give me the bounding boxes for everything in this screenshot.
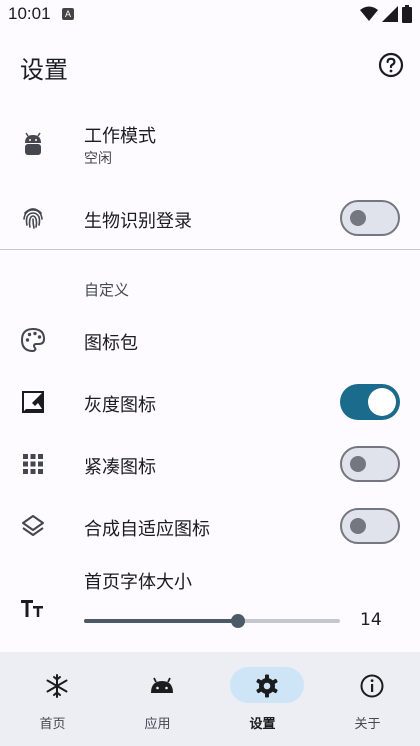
switch-knob bbox=[350, 210, 366, 226]
biometric-label: 生物识别登录 bbox=[84, 211, 192, 232]
compact-icons-switch[interactable] bbox=[340, 446, 400, 482]
signal-icon bbox=[382, 6, 398, 22]
android-icon bbox=[151, 677, 173, 693]
section-title-customize: 自定义 bbox=[84, 281, 130, 299]
adaptive-icons-row[interactable]: 合成自适应图标 bbox=[0, 498, 420, 554]
switch-knob bbox=[350, 456, 366, 472]
slider-thumb[interactable] bbox=[230, 614, 245, 628]
android-icon bbox=[25, 132, 41, 155]
biometric-switch[interactable] bbox=[340, 200, 400, 236]
gray-icons-switch[interactable] bbox=[340, 384, 400, 420]
nav-label: 关于 bbox=[354, 717, 381, 732]
work-mode-row[interactable]: 工作模式 空闲 bbox=[0, 110, 420, 180]
page-title: 设置 bbox=[20, 56, 68, 84]
compact-icons-row[interactable]: 紧凑图标 bbox=[0, 436, 420, 492]
help-icon[interactable] bbox=[378, 52, 404, 78]
adaptive-icons-switch[interactable] bbox=[340, 508, 400, 544]
grayscale-image-icon bbox=[22, 391, 44, 413]
nav-label: 首页 bbox=[39, 717, 66, 732]
home-font-size-row: 首页字体大小 bbox=[0, 562, 420, 646]
nav-label: 应用 bbox=[144, 717, 171, 732]
snowflake-icon bbox=[46, 674, 68, 698]
wifi-icon bbox=[360, 6, 378, 21]
nav-item-about[interactable]: 关于 bbox=[315, 652, 420, 746]
nav-item-settings[interactable]: 设置 bbox=[210, 652, 315, 746]
compact-icons-label: 紧凑图标 bbox=[84, 457, 156, 478]
font-size-value: 14 bbox=[360, 610, 382, 630]
icon-pack-label: 图标包 bbox=[84, 333, 138, 354]
gray-icons-label: 灰度图标 bbox=[84, 395, 156, 416]
status-time: 10:01 bbox=[8, 4, 51, 23]
adaptive-icons-label: 合成自适应图标 bbox=[84, 519, 210, 540]
bottom-navigation: 首页 应用 设置 关于 bbox=[0, 652, 420, 746]
work-mode-label: 工作模式 bbox=[84, 126, 156, 147]
biometric-row[interactable]: 生物识别登录 bbox=[0, 190, 420, 246]
notification-icon: A bbox=[62, 8, 74, 20]
work-mode-value: 空闲 bbox=[84, 151, 112, 167]
palette-icon bbox=[20, 327, 46, 353]
status-bar: 10:01 A bbox=[0, 0, 420, 30]
nav-label: 设置 bbox=[249, 717, 276, 732]
switch-knob bbox=[350, 518, 366, 534]
nav-item-home[interactable]: 首页 bbox=[0, 652, 105, 746]
app-bar: 设置 bbox=[0, 30, 420, 102]
battery-icon bbox=[402, 5, 412, 23]
divider bbox=[0, 249, 420, 250]
home-font-size-label: 首页字体大小 bbox=[84, 572, 192, 593]
status-indicators bbox=[360, 5, 412, 23]
layers-icon bbox=[22, 515, 44, 536]
switch-knob bbox=[368, 388, 396, 416]
fingerprint-icon bbox=[23, 208, 43, 229]
text-size-icon bbox=[21, 600, 43, 617]
grid-icon bbox=[23, 454, 43, 474]
gear-icon bbox=[256, 674, 278, 698]
font-size-slider[interactable] bbox=[84, 614, 340, 628]
slider-active-track bbox=[84, 619, 238, 623]
icon-pack-row[interactable]: 图标包 bbox=[0, 312, 420, 368]
gray-icons-row[interactable]: 灰度图标 bbox=[0, 374, 420, 430]
nav-item-apps[interactable]: 应用 bbox=[105, 652, 210, 746]
info-icon bbox=[360, 674, 384, 698]
